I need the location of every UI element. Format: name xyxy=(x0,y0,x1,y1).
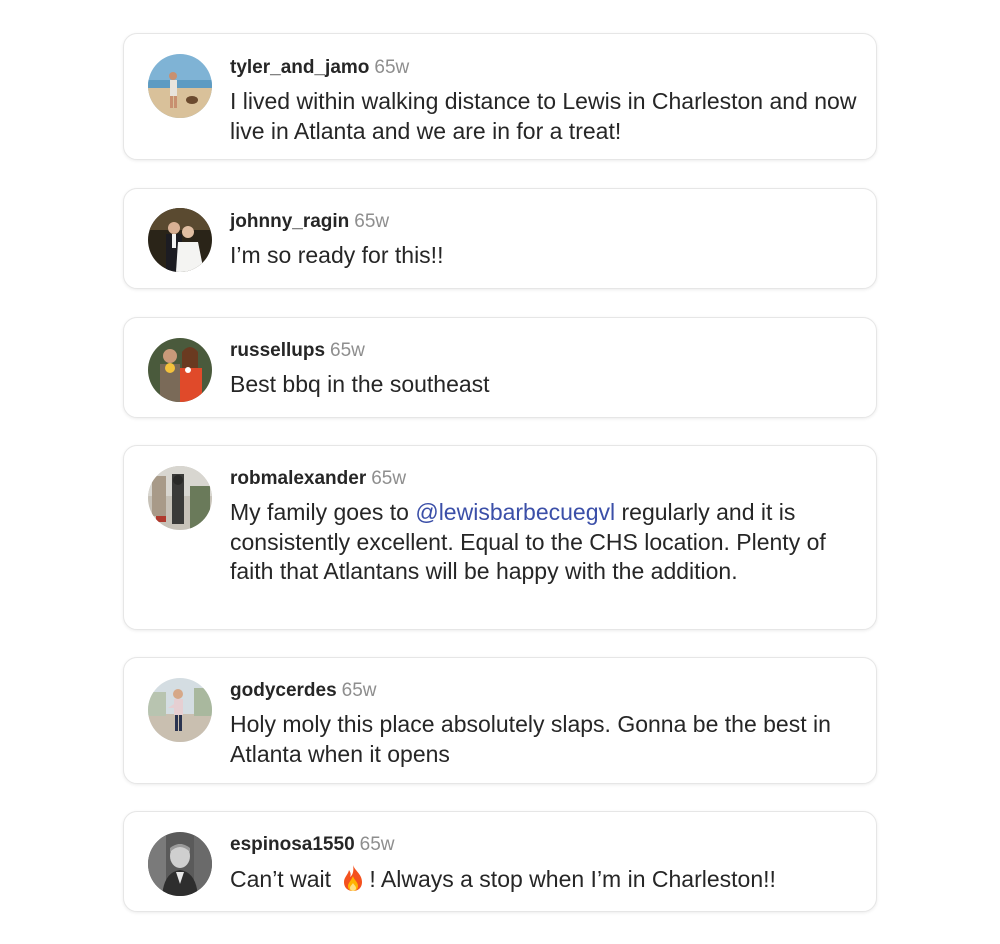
comment-text: My family goes to @lewisbarbecuegvl regu… xyxy=(230,498,860,587)
comment-text: Holy moly this place absolutely slaps. G… xyxy=(230,711,831,767)
comment-card: johnny_ragin 65w I’m so ready for this!! xyxy=(123,188,877,289)
comment-text-part: Can’t wait xyxy=(230,866,338,892)
timestamp[interactable]: 65w xyxy=(374,57,409,78)
fire-icon xyxy=(340,864,366,892)
comment-text: Best bbq in the southeast xyxy=(230,371,490,397)
timestamp[interactable]: 65w xyxy=(354,211,389,232)
comment-card: godycerdes 65w Holy moly this place absol… xyxy=(123,657,877,784)
comment-card: espinosa1550 65w Can’t wait ! Always a st… xyxy=(123,811,877,912)
username[interactable]: russellups xyxy=(230,340,325,361)
comment-card: tyler_and_jamo 65w I lived within walking… xyxy=(123,33,877,160)
username[interactable]: tyler_and_jamo xyxy=(230,57,369,78)
comment-text: I’m so ready for this!! xyxy=(230,242,444,268)
mention-link[interactable]: @lewisbarbecuegvl xyxy=(415,499,615,525)
comment-text-part: My family goes to xyxy=(230,499,416,525)
avatar[interactable] xyxy=(148,832,212,896)
avatar[interactable] xyxy=(148,54,212,118)
avatar[interactable] xyxy=(148,466,212,530)
avatar[interactable] xyxy=(148,678,212,742)
timestamp[interactable]: 65w xyxy=(371,468,406,489)
username[interactable]: godycerdes xyxy=(230,680,337,701)
comment-card: robmalexander 65w My family goes to @lewi… xyxy=(123,445,877,630)
username[interactable]: espinosa1550 xyxy=(230,834,355,855)
timestamp[interactable]: 65w xyxy=(360,834,395,855)
comment-text-part: ! Always a stop when I’m in Charleston!! xyxy=(369,866,776,892)
avatar[interactable] xyxy=(148,338,212,402)
avatar[interactable] xyxy=(148,208,212,272)
username[interactable]: robmalexander xyxy=(230,468,366,489)
comment-text: Can’t wait ! Always a stop when I’m in C… xyxy=(230,864,860,895)
comment-card: russellups 65w Best bbq in the southeast xyxy=(123,317,877,418)
timestamp[interactable]: 65w xyxy=(330,340,365,361)
username[interactable]: johnny_ragin xyxy=(230,211,349,232)
timestamp[interactable]: 65w xyxy=(342,680,377,701)
comment-text: I lived within walking distance to Lewis… xyxy=(230,88,857,144)
